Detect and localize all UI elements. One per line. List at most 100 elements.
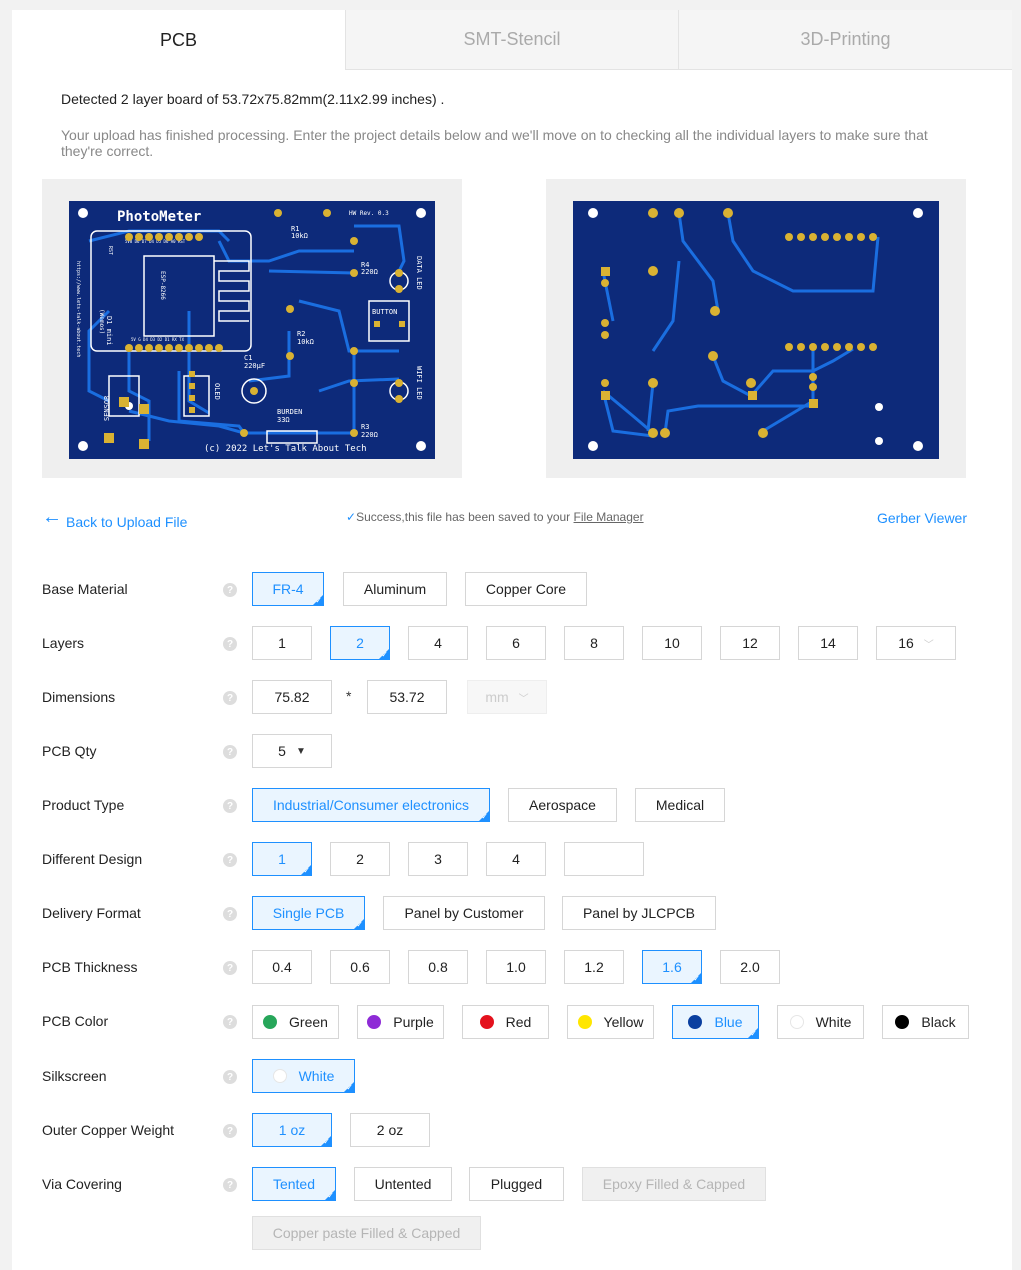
via-covering-label: Via Covering bbox=[42, 1176, 122, 1192]
dimensions-label: Dimensions bbox=[42, 689, 116, 705]
help-icon[interactable]: ? bbox=[223, 1124, 237, 1138]
arrow-left-icon: ← bbox=[42, 506, 62, 528]
color-blue[interactable]: Blue ✓ bbox=[672, 1005, 759, 1039]
help-icon[interactable]: ? bbox=[223, 1178, 237, 1192]
help-icon[interactable]: ? bbox=[223, 583, 237, 597]
help-icon[interactable]: ? bbox=[223, 907, 237, 921]
different-design-3[interactable]: 3 bbox=[408, 842, 468, 876]
svg-text:D1 mini: D1 mini bbox=[105, 316, 113, 346]
via-untented[interactable]: Untented bbox=[354, 1167, 452, 1201]
layers-option-4[interactable]: 4 bbox=[408, 626, 468, 660]
base-material-aluminum[interactable]: Aluminum bbox=[343, 572, 447, 606]
via-epoxy-filled-capped[interactable]: Epoxy Filled & Capped bbox=[582, 1167, 766, 1201]
help-icon[interactable]: ? bbox=[223, 853, 237, 867]
product-type-industrial[interactable]: Industrial/Consumer electronics ✓ bbox=[252, 788, 490, 822]
caret-down-icon: ▼ bbox=[295, 745, 306, 757]
gerber-viewer-link[interactable]: Gerber Viewer bbox=[877, 510, 967, 526]
svg-text:10kΩ: 10kΩ bbox=[297, 338, 314, 346]
outer-copper-weight-label: Outer Copper Weight bbox=[42, 1122, 175, 1138]
thickness-0-4[interactable]: 0.4 bbox=[252, 950, 312, 984]
help-icon[interactable]: ? bbox=[223, 961, 237, 975]
layers-option-6[interactable]: 6 bbox=[486, 626, 546, 660]
tab-pcb[interactable]: PCB bbox=[12, 10, 345, 70]
thickness-2-0[interactable]: 2.0 bbox=[720, 950, 780, 984]
delivery-panel-by-customer[interactable]: Panel by Customer bbox=[383, 896, 545, 930]
svg-text:PhotoMeter: PhotoMeter bbox=[117, 209, 201, 225]
pcb-color-label: PCB Color bbox=[42, 1013, 109, 1029]
layers-option-10[interactable]: 10 bbox=[642, 626, 702, 660]
pcb-qty-select[interactable]: 5 ▼ bbox=[252, 734, 332, 768]
layers-option-12[interactable]: 12 bbox=[720, 626, 780, 660]
svg-text:ESP-8266: ESP-8266 bbox=[159, 271, 166, 300]
silkscreen-white[interactable]: White ✓ bbox=[252, 1059, 355, 1093]
via-copper-paste-filled-capped[interactable]: Copper paste Filled & Capped bbox=[252, 1216, 481, 1250]
dimension-unit-select[interactable]: mm ﹀ bbox=[467, 680, 547, 714]
color-swatch bbox=[479, 1015, 494, 1029]
dimension-width-input[interactable]: 75.82 bbox=[252, 680, 332, 714]
svg-text:220Ω: 220Ω bbox=[361, 268, 378, 276]
color-green[interactable]: Green bbox=[252, 1005, 339, 1039]
color-purple[interactable]: Purple bbox=[357, 1005, 444, 1039]
help-icon[interactable]: ? bbox=[223, 1070, 237, 1084]
base-material-fr4[interactable]: FR-4 ✓ bbox=[252, 572, 324, 606]
svg-text:BURDEN: BURDEN bbox=[277, 408, 302, 416]
svg-text:220µF: 220µF bbox=[244, 362, 265, 370]
layers-option-1[interactable]: 1 bbox=[252, 626, 312, 660]
different-design-4[interactable]: 4 bbox=[486, 842, 546, 876]
delivery-single-pcb[interactable]: Single PCB ✓ bbox=[252, 896, 365, 930]
layers-option-2[interactable]: 2 ✓ bbox=[330, 626, 390, 660]
delivery-format-label: Delivery Format bbox=[42, 905, 141, 921]
color-red[interactable]: Red bbox=[462, 1005, 549, 1039]
thickness-1-6[interactable]: 1.6 ✓ bbox=[642, 950, 702, 984]
silkscreen-label: Silkscreen bbox=[42, 1068, 107, 1084]
layers-option-14[interactable]: 14 bbox=[798, 626, 858, 660]
thickness-1-2[interactable]: 1.2 bbox=[564, 950, 624, 984]
color-swatch bbox=[263, 1015, 278, 1029]
thickness-1-0[interactable]: 1.0 bbox=[486, 950, 546, 984]
tab-smt-stencil[interactable]: SMT-Stencil bbox=[345, 10, 678, 70]
svg-text:10kΩ: 10kΩ bbox=[291, 232, 308, 240]
layers-select-16[interactable]: 16 ﹀ bbox=[876, 626, 956, 660]
color-white[interactable]: White bbox=[777, 1005, 864, 1039]
color-yellow[interactable]: Yellow bbox=[567, 1005, 654, 1039]
layers-option-8[interactable]: 8 bbox=[564, 626, 624, 660]
pcb-thickness-label: PCB Thickness bbox=[42, 959, 138, 975]
color-black[interactable]: Black bbox=[882, 1005, 969, 1039]
product-type-medical[interactable]: Medical bbox=[635, 788, 725, 822]
svg-text:220Ω: 220Ω bbox=[361, 431, 378, 439]
file-manager-link[interactable]: File Manager bbox=[574, 510, 644, 524]
different-design-2[interactable]: 2 bbox=[330, 842, 390, 876]
thickness-0-6[interactable]: 0.6 bbox=[330, 950, 390, 984]
help-icon[interactable]: ? bbox=[223, 637, 237, 651]
base-material-copper-core[interactable]: Copper Core bbox=[465, 572, 587, 606]
svg-text:BUTTON: BUTTON bbox=[372, 308, 397, 316]
delivery-panel-by-jlcpcb[interactable]: Panel by JLCPCB bbox=[562, 896, 716, 930]
svg-text:33Ω: 33Ω bbox=[277, 416, 290, 424]
chevron-down-icon: ﹀ bbox=[923, 639, 934, 651]
via-plugged[interactable]: Plugged bbox=[469, 1167, 564, 1201]
copper-weight-2oz[interactable]: 2 oz bbox=[350, 1113, 430, 1147]
copper-weight-1oz[interactable]: 1 oz ✓ bbox=[252, 1113, 332, 1147]
back-to-upload-link[interactable]: ← Back to Upload File bbox=[42, 506, 188, 533]
thickness-0-8[interactable]: 0.8 bbox=[408, 950, 468, 984]
help-icon[interactable]: ? bbox=[223, 691, 237, 705]
different-design-1[interactable]: 1 ✓ bbox=[252, 842, 312, 876]
different-design-custom-input[interactable] bbox=[564, 842, 644, 876]
svg-text:(c) 2022 Let's Talk About Tech: (c) 2022 Let's Talk About Tech bbox=[204, 444, 367, 454]
svg-text:SENSOR: SENSOR bbox=[103, 395, 111, 421]
color-swatch bbox=[272, 1069, 287, 1083]
tab-3d-printing[interactable]: 3D-Printing bbox=[678, 10, 1012, 70]
pcb-bottom-image bbox=[573, 201, 939, 459]
dimension-height-input[interactable]: 53.72 bbox=[367, 680, 447, 714]
via-tented[interactable]: Tented ✓ bbox=[252, 1167, 336, 1201]
help-icon[interactable]: ? bbox=[223, 1015, 237, 1029]
help-icon[interactable]: ? bbox=[223, 799, 237, 813]
product-type-aerospace[interactable]: Aerospace bbox=[508, 788, 617, 822]
back-to-upload-label: Back to Upload File bbox=[66, 513, 188, 530]
svg-text:OLED: OLED bbox=[213, 383, 221, 400]
help-icon[interactable]: ? bbox=[223, 745, 237, 759]
svg-text:R3: R3 bbox=[361, 423, 369, 431]
product-type-label: Product Type bbox=[42, 797, 125, 813]
svg-text:HW Rev. 0.3: HW Rev. 0.3 bbox=[349, 210, 389, 217]
color-swatch bbox=[789, 1015, 804, 1029]
